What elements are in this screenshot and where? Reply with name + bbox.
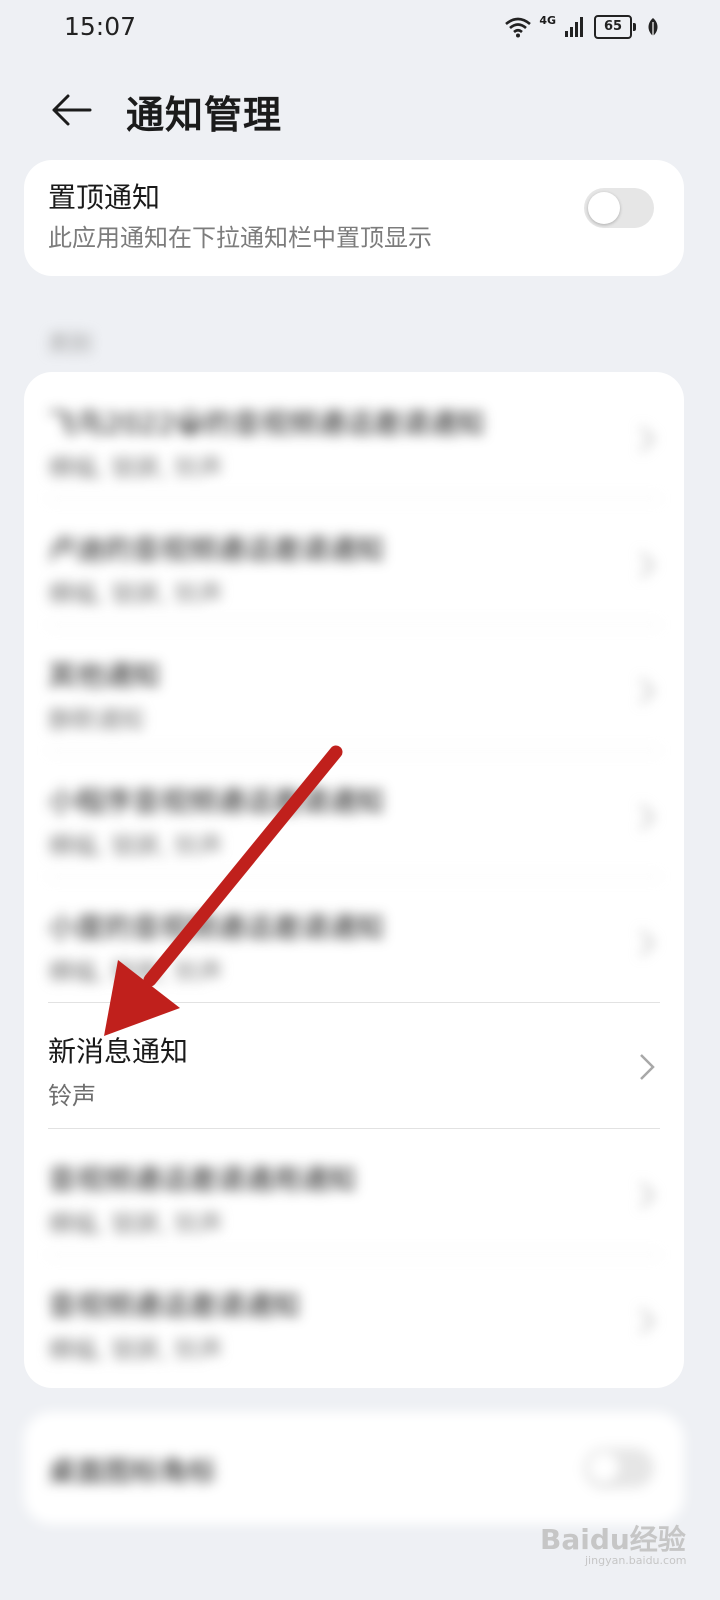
pin-notification-toggle[interactable] — [584, 188, 654, 228]
category-item[interactable]: 飞鸟2022😀的音视频通话邀请通知 横幅, 锁屏, 铃声 — [24, 372, 684, 498]
chevron-right-icon — [640, 678, 655, 704]
category-item-subtitle: 横幅, 锁屏, 铃声 — [48, 832, 223, 860]
category-item-subtitle: 横幅, 锁屏, 铃声 — [48, 1210, 223, 1238]
category-item-title: 卢迪的音视频通话邀请通知 — [48, 533, 385, 566]
watermark-url: jingyan.baidu.com — [585, 1554, 687, 1567]
category-section-label: 类别 — [48, 332, 93, 357]
new-message-title: 新消息通知 — [48, 1035, 189, 1068]
chevron-right-icon — [640, 930, 655, 956]
desktop-badge-toggle[interactable] — [584, 1448, 654, 1488]
wifi-icon — [505, 17, 532, 38]
category-item-title: 其他通知 — [48, 659, 161, 692]
pin-notification-title: 置顶通知 — [48, 181, 161, 214]
page-title: 通知管理 — [126, 93, 283, 137]
category-item-subtitle: 横幅, 锁屏, 铃声 — [48, 580, 223, 608]
pin-notification-subtitle: 此应用通知在下拉通知栏中置顶显示 — [48, 224, 432, 252]
category-list-card: 飞鸟2022😀的音视频通话邀请通知 横幅, 锁屏, 铃声 卢迪的音视频通话邀请通… — [24, 372, 684, 1388]
category-item[interactable]: 小度的音视频通话邀请通知 横幅, 锁屏, 铃声 — [24, 876, 684, 1002]
desktop-badge-card: 桌面图标角标 — [24, 1412, 684, 1524]
chevron-right-icon — [640, 1182, 655, 1208]
leaf-icon — [648, 18, 658, 36]
toggle-knob — [588, 192, 620, 224]
category-item-title: 音视频通话邀请通知 — [48, 1289, 301, 1322]
battery-icon: 65 — [594, 15, 636, 39]
signal-icon — [565, 17, 583, 37]
category-item-title: 小程序音视频通话邀请通知 — [48, 785, 385, 818]
chevron-right-icon — [640, 426, 655, 452]
chevron-right-icon — [640, 1308, 655, 1334]
category-item[interactable]: 音视频通话邀请通用通知 横幅, 锁屏, 铃声 — [24, 1128, 684, 1254]
category-item-title: 音视频通话邀请通用通知 — [48, 1163, 357, 1196]
category-item-new-message[interactable]: 新消息通知 铃声 — [24, 1002, 684, 1128]
chevron-right-icon — [640, 1054, 655, 1080]
chevron-right-icon — [640, 552, 655, 578]
status-time: 15:07 — [64, 12, 137, 41]
new-message-subtitle: 铃声 — [48, 1082, 96, 1110]
network-type: 4G — [539, 13, 556, 27]
category-item[interactable]: 其他通知 静默通知 — [24, 624, 684, 750]
chevron-right-icon — [640, 804, 655, 830]
category-item-title: 飞鸟2022😀的音视频通话邀请通知 — [48, 407, 485, 440]
pin-notification-card: 置顶通知 此应用通知在下拉通知栏中置顶显示 — [24, 160, 684, 276]
category-item-subtitle: 横幅, 锁屏, 铃声 — [48, 1336, 223, 1364]
desktop-badge-title: 桌面图标角标 — [48, 1455, 217, 1488]
category-item-subtitle: 横幅, 锁屏, 铃声 — [48, 454, 223, 482]
app-header: 通知管理 — [0, 70, 720, 150]
category-item-title: 小度的音视频通话邀请通知 — [48, 911, 385, 944]
category-item-subtitle: 横幅, 锁屏, 铃声 — [48, 958, 223, 986]
status-icons: 4G 65 — [505, 12, 660, 42]
status-bar: 15:07 4G 65 — [0, 0, 720, 56]
watermark-brand: Baidu经验 — [540, 1523, 686, 1556]
category-item[interactable]: 小程序音视频通话邀请通知 横幅, 锁屏, 铃声 — [24, 750, 684, 876]
category-item-subtitle: 静默通知 — [48, 706, 144, 734]
category-item[interactable]: 音视频通话邀请通知 横幅, 锁屏, 铃声 — [24, 1254, 684, 1380]
back-arrow-icon[interactable] — [48, 86, 96, 134]
category-item[interactable]: 卢迪的音视频通话邀请通知 横幅, 锁屏, 铃声 — [24, 498, 684, 624]
toggle-knob — [588, 1452, 620, 1484]
